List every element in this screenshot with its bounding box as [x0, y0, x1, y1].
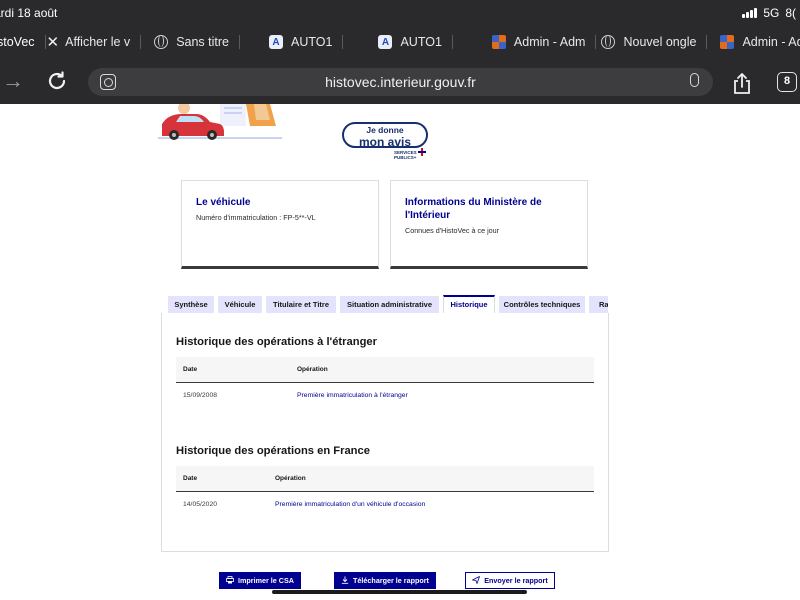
browser-tab-admin[interactable]: Admin - Adm — [451, 28, 596, 56]
vehicle-card: Le véhicule Numéro d'immatriculation : F… — [181, 180, 379, 269]
status-right: 5G 8( — [742, 6, 796, 20]
globe-icon — [601, 35, 616, 49]
row-date: 15/09/2008 — [183, 392, 218, 399]
download-report-label: Télécharger le rapport — [353, 576, 429, 585]
browser-toolbar: → histovec.interieur.gouv.fr 8 — [0, 58, 800, 104]
browser-tab-auto1[interactable]: A AUTO1 — [239, 28, 342, 56]
report-tabs: Synthèse Véhicule Titulaire et Titre Sit… — [168, 295, 608, 314]
table-row: 14/05/2020 Première immatriculation d'un… — [176, 492, 594, 518]
tab-historique[interactable]: Historique — [443, 295, 495, 314]
send-icon — [472, 576, 481, 584]
download-icon — [341, 576, 349, 584]
plus-icon — [418, 148, 426, 156]
row-operation: Première immatriculation à l'étranger — [297, 392, 408, 399]
browser-tab-label: Sans titre — [176, 35, 229, 49]
table-row: 15/09/2008 Première immatriculation à l'… — [176, 383, 594, 409]
send-report-button[interactable]: Envoyer le rapport — [465, 572, 555, 589]
address-bar[interactable]: histovec.interieur.gouv.fr — [88, 68, 713, 96]
tab-count-button[interactable]: 8 — [777, 72, 797, 92]
auto1-icon: A — [269, 35, 283, 49]
browser-tab-admin-2[interactable]: Admin - Adm — [706, 28, 800, 56]
download-report-button[interactable]: Télécharger le rapport — [334, 572, 436, 589]
status-time: ardi 18 août — [0, 6, 58, 20]
col-date: Date — [183, 475, 198, 482]
tab-vehicule[interactable]: Véhicule — [218, 296, 262, 314]
browser-tab-label: stoVec — [0, 35, 35, 49]
ministry-card: Informations du Ministère de l'Intérieur… — [390, 180, 588, 269]
reload-icon[interactable] — [44, 68, 70, 94]
network-label: 5G — [763, 6, 780, 20]
browser-tab-histovec[interactable]: stoVec — [0, 28, 45, 56]
row-date: 14/05/2020 — [183, 501, 218, 508]
print-csa-button[interactable]: Imprimer le CSA — [219, 572, 301, 589]
share-icon[interactable] — [730, 72, 754, 96]
tab-situation-administrative[interactable]: Situation administrative — [340, 296, 439, 314]
france-history-title: Historique des opérations en France — [176, 445, 370, 457]
vehicle-card-title: Le véhicule — [196, 197, 251, 208]
ministry-card-title: Informations du Ministère de l'Intérieur — [405, 197, 542, 221]
avis-pill: Je donne mon avis — [342, 122, 428, 148]
services-line2: PUBLICS+ — [394, 155, 417, 160]
microphone-icon[interactable] — [690, 73, 699, 87]
browser-tab-label: Admin - Adm — [513, 35, 586, 49]
close-icon[interactable]: ✕ — [47, 33, 60, 51]
col-operation: Opération — [297, 366, 328, 373]
car-illustration — [158, 102, 282, 142]
ministry-card-subtitle: Connues d'HistoVec à ce jour — [405, 226, 500, 235]
signal-icon — [742, 8, 758, 18]
avis-line2: mon avis — [358, 134, 412, 149]
home-indicator — [272, 590, 527, 594]
tab-controles-techniques[interactable]: Contrôles techniques — [499, 296, 585, 314]
admin-icon — [491, 35, 506, 49]
tab-rapport[interactable]: Rapport — [589, 296, 608, 314]
print-csa-label: Imprimer le CSA — [238, 576, 294, 585]
vehicle-card-subtitle: Numéro d'immatriculation : FP-5**-VL — [196, 213, 316, 222]
browser-chrome: ardi 18 août 5G 8( stoVec ✕ Afficher le … — [0, 0, 800, 104]
browser-tab-label: Nouvel ongle — [623, 35, 697, 49]
foreign-history-header: Date Opération — [176, 357, 594, 383]
browser-tab-label: AUTO1 — [400, 35, 442, 49]
admin-icon — [720, 35, 735, 49]
send-report-label: Envoyer le rapport — [484, 576, 548, 585]
foreign-history-title: Historique des opérations à l'étranger — [176, 336, 377, 348]
row-operation: Première immatriculation d'un véhicule d… — [275, 501, 426, 508]
col-operation: Opération — [275, 475, 306, 482]
france-history-header: Date Opération — [176, 466, 594, 492]
browser-tab-label: Admin - Adm — [742, 35, 800, 49]
print-icon — [226, 576, 234, 584]
status-bar: ardi 18 août 5G 8( — [0, 0, 800, 26]
auto1-icon: A — [378, 35, 393, 49]
tab-synthese[interactable]: Synthèse — [168, 296, 214, 314]
avis-line1: Je donne — [366, 125, 404, 135]
forward-icon[interactable]: → — [0, 68, 26, 94]
browser-tab-strip: stoVec ✕ Afficher le v Sans titre A AUTO… — [0, 28, 800, 56]
browser-tab-sans-titre[interactable]: Sans titre — [140, 28, 239, 56]
je-donne-mon-avis-badge[interactable]: Je donne mon avis SERVICES PUBLICS+ — [342, 120, 428, 160]
browser-tab-label: Afficher le v — [65, 35, 131, 49]
browser-tab-nouvel-onglet[interactable]: Nouvel ongle — [595, 28, 706, 56]
browser-tab-label: AUTO1 — [291, 35, 333, 49]
col-date: Date — [183, 366, 198, 373]
tab-titulaire[interactable]: Titulaire et Titre — [266, 296, 336, 314]
globe-icon — [154, 35, 169, 49]
battery-label: 8( — [785, 6, 796, 20]
browser-tab-auto1-2[interactable]: A AUTO1 — [342, 28, 451, 56]
browser-tab-afficher[interactable]: ✕ Afficher le v — [44, 28, 141, 56]
url-text: histovec.interieur.gouv.fr — [325, 74, 476, 90]
